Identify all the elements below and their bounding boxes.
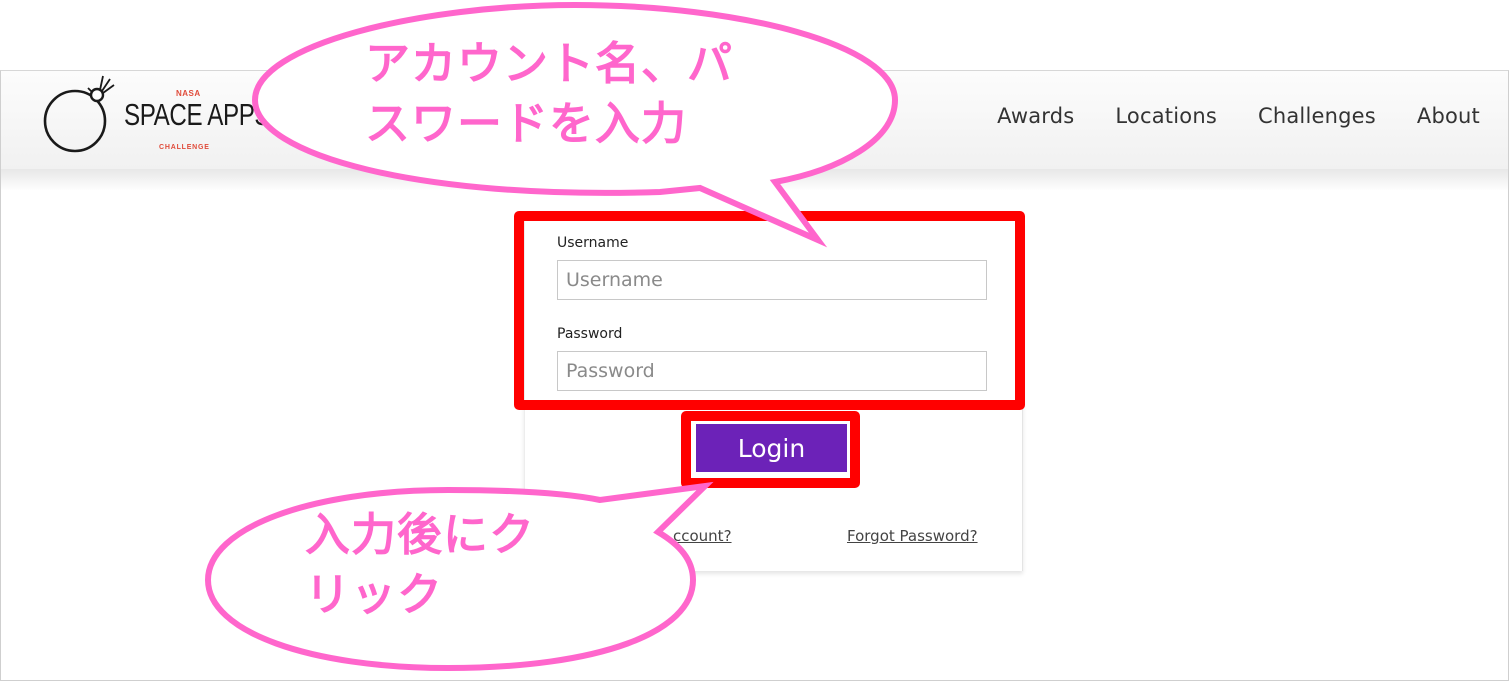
password-label: Password — [557, 326, 623, 342]
browser-page: NASA SPACE APPS CHALLENGE Awards Locatio… — [0, 70, 1509, 681]
main-nav: Awards Locations Challenges About — [997, 104, 1480, 128]
create-account-link[interactable]: ccount? — [673, 527, 732, 545]
username-input[interactable] — [557, 260, 987, 300]
space-apps-logo[interactable]: NASA SPACE APPS CHALLENGE — [41, 71, 271, 166]
site-header: NASA SPACE APPS CHALLENGE Awards Locatio… — [1, 71, 1508, 170]
nav-challenges[interactable]: Challenges — [1258, 104, 1376, 128]
nav-awards[interactable]: Awards — [997, 104, 1074, 128]
nav-locations[interactable]: Locations — [1115, 104, 1217, 128]
password-input[interactable] — [557, 351, 987, 391]
login-form-card: Username Password Login ccount? Forgot P… — [524, 221, 1023, 571]
planet-satellite-icon — [43, 75, 115, 153]
forgot-password-link[interactable]: Forgot Password? — [847, 527, 978, 545]
logo-subtitle: CHALLENGE — [159, 144, 210, 151]
callout-top-text: アカウント名、パ スワードを入力 — [365, 37, 734, 150]
callout-bottom-text: 入力後にク リック — [305, 508, 536, 621]
logo-title: SPACE APPS — [124, 97, 271, 132]
login-button[interactable]: Login — [696, 424, 847, 472]
header-shadow — [1, 169, 1508, 191]
username-label: Username — [557, 235, 629, 251]
nav-about[interactable]: About — [1417, 104, 1480, 128]
